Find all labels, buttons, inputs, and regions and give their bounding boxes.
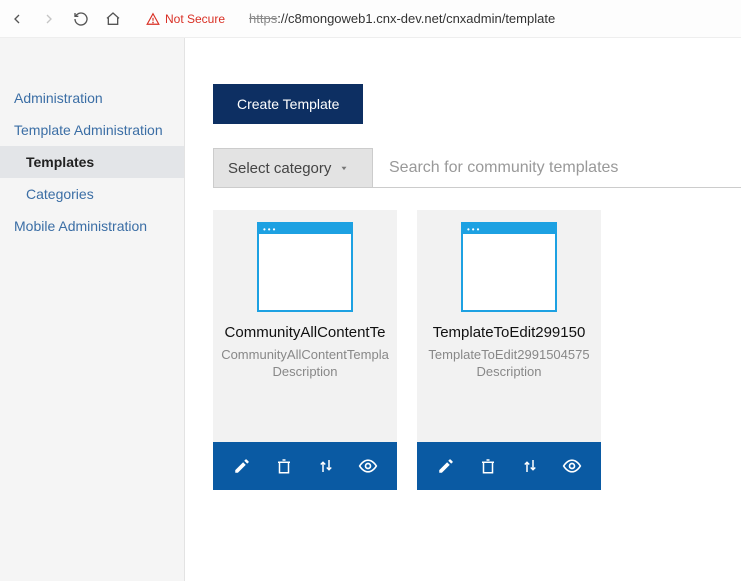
sidebar-item-template-administration[interactable]: Template Administration [0, 114, 184, 146]
sidebar-item-administration[interactable]: Administration [0, 82, 184, 114]
preview-icon[interactable] [560, 454, 584, 478]
reload-icon[interactable] [72, 10, 90, 28]
warning-icon [146, 12, 160, 26]
forward-icon[interactable] [40, 10, 58, 28]
edit-icon[interactable] [434, 454, 458, 478]
template-card: ••• TemplateToEdit299150 TemplateToEdit2… [417, 210, 601, 490]
category-select[interactable]: Select category [213, 148, 373, 187]
delete-icon[interactable] [272, 454, 296, 478]
template-description-line2: Description [221, 364, 389, 379]
template-cards: ••• CommunityAllContentTe CommunityAllCo… [213, 210, 741, 490]
chevron-down-icon [339, 163, 349, 173]
address-bar[interactable]: https://c8mongoweb1.cnx-dev.net/cnxadmin… [249, 11, 555, 26]
template-thumbnail-icon: ••• [461, 222, 557, 312]
url-protocol: https [249, 11, 277, 26]
template-description-line1: TemplateToEdit2991504575 [425, 347, 593, 362]
template-card: ••• CommunityAllContentTe CommunityAllCo… [213, 210, 397, 490]
main-content: Create Template Select category ••• Comm… [185, 38, 741, 581]
filter-row: Select category [213, 148, 741, 188]
template-title: CommunityAllContentTe [221, 324, 389, 341]
reorder-icon[interactable] [518, 454, 542, 478]
create-template-button[interactable]: Create Template [213, 84, 363, 124]
template-card-actions [417, 442, 601, 490]
template-description-line2: Description [425, 364, 593, 379]
back-icon[interactable] [8, 10, 26, 28]
sidebar-item-categories[interactable]: Categories [0, 178, 184, 210]
sidebar-item-mobile-administration[interactable]: Mobile Administration [0, 210, 184, 242]
category-select-label: Select category [228, 160, 331, 177]
reorder-icon[interactable] [314, 454, 338, 478]
template-thumbnail-wrap: ••• [417, 210, 601, 312]
template-card-body: CommunityAllContentTe CommunityAllConten… [213, 312, 397, 442]
home-icon[interactable] [104, 10, 122, 28]
template-description-line1: CommunityAllContentTempla [221, 347, 389, 362]
delete-icon[interactable] [476, 454, 500, 478]
security-label: Not Secure [165, 12, 225, 26]
sidebar: Administration Template Administration T… [0, 38, 185, 581]
template-title: TemplateToEdit299150 [425, 324, 593, 341]
search-input[interactable] [373, 148, 741, 187]
template-thumbnail-wrap: ••• [213, 210, 397, 312]
template-card-actions [213, 442, 397, 490]
preview-icon[interactable] [356, 454, 380, 478]
sidebar-item-templates[interactable]: Templates [0, 146, 184, 178]
browser-toolbar: Not Secure https://c8mongoweb1.cnx-dev.n… [0, 0, 741, 38]
security-badge[interactable]: Not Secure [146, 12, 225, 26]
template-card-body: TemplateToEdit299150 TemplateToEdit29915… [417, 312, 601, 442]
template-thumbnail-icon: ••• [257, 222, 353, 312]
url-path: ://c8mongoweb1.cnx-dev.net/cnxadmin/temp… [277, 11, 555, 26]
edit-icon[interactable] [230, 454, 254, 478]
